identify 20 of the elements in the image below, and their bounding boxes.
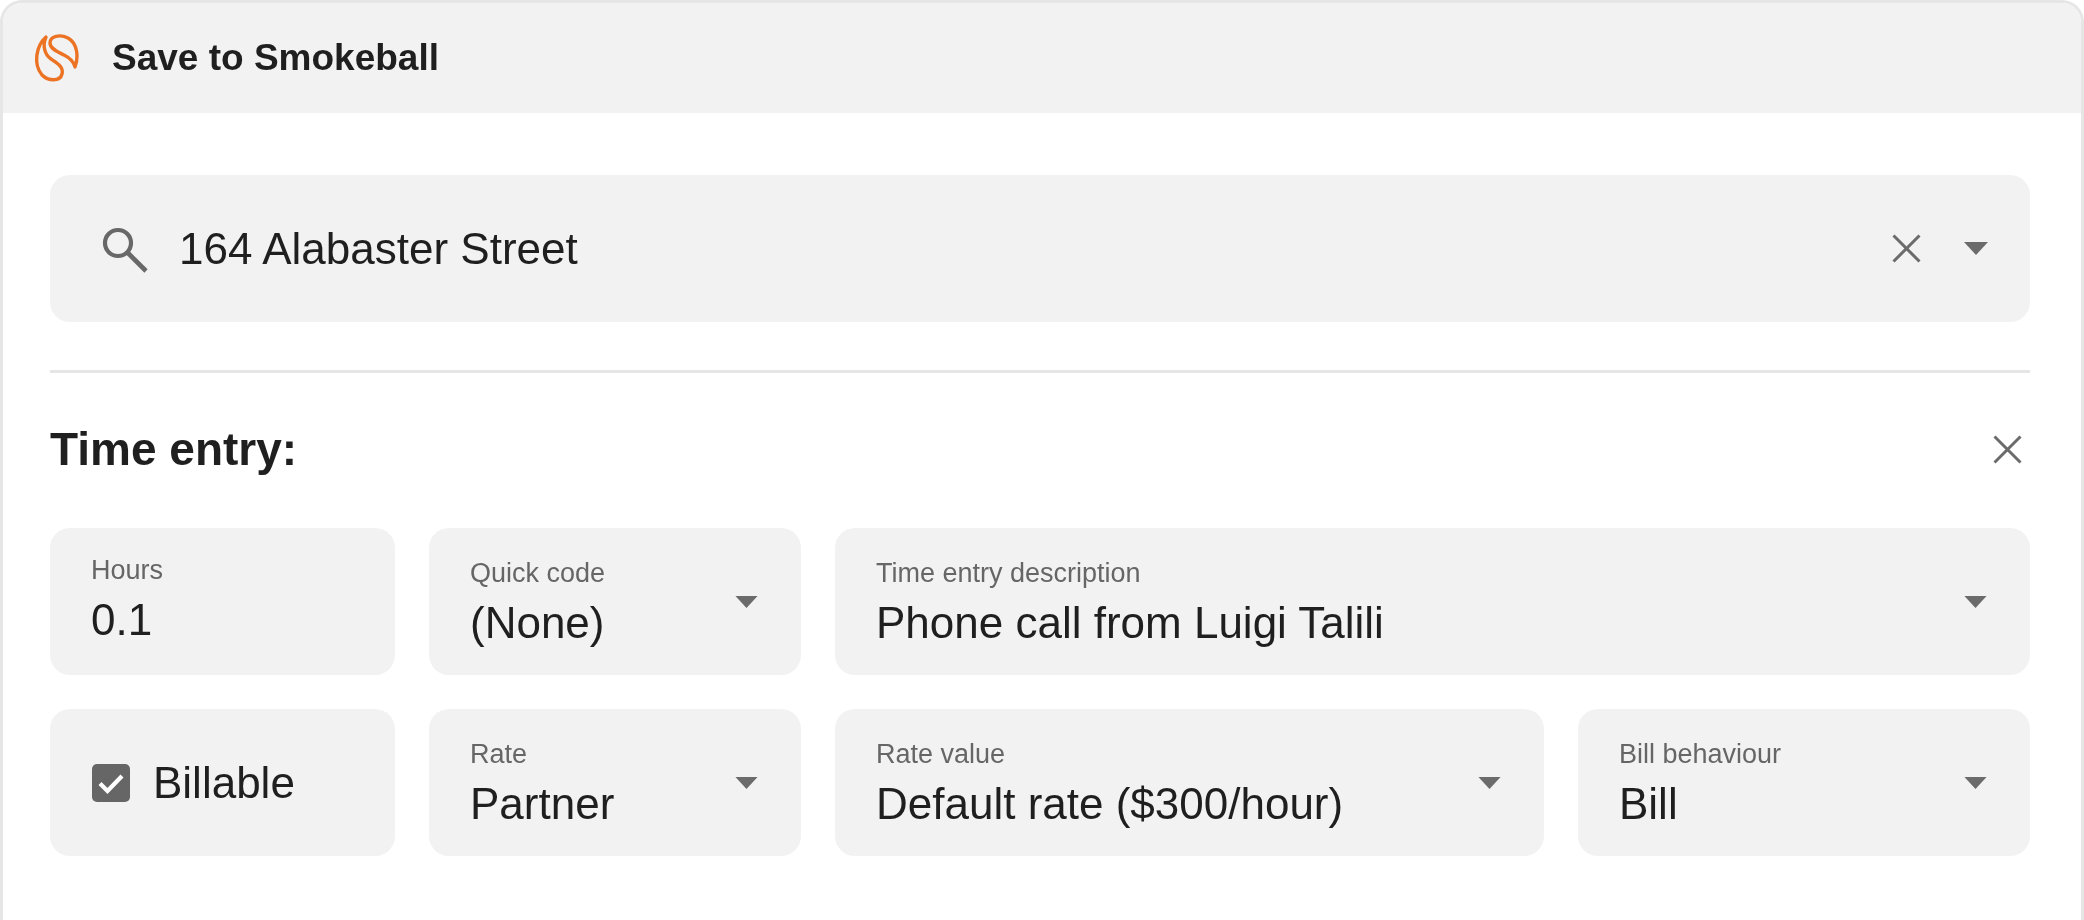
search-field[interactable]: 164 Alabaster Street: [50, 175, 2030, 322]
caret-icon: [735, 776, 758, 789]
caret-icon: [1964, 776, 1987, 789]
caret-icon: [1964, 595, 1987, 608]
caret-icon: [735, 595, 758, 608]
dropdown-field[interactable]: Rate Partner: [429, 709, 801, 856]
window-title: Save to Smokeball: [112, 37, 439, 79]
clear-icon[interactable]: [1892, 234, 1921, 263]
caret-icon: [1478, 776, 1501, 789]
text-field[interactable]: Hours 0.1: [50, 528, 395, 675]
logo-icon: [33, 34, 79, 82]
close-icon[interactable]: [1993, 434, 2022, 464]
section-title: Time entry:: [50, 422, 298, 476]
dropdown-field[interactable]: Quick code (None): [429, 528, 801, 675]
checkbox[interactable]: [92, 763, 130, 802]
caret-icon[interactable]: [1964, 242, 1988, 255]
dropdown-field[interactable]: Time entry description Phone call from Luigi Talili: [835, 528, 2030, 675]
dropdown-field[interactable]: Bill behaviour Bill: [1578, 709, 2030, 856]
dropdown-field[interactable]: Rate value Default rate ($300/hour): [835, 709, 1544, 856]
checkbox-field[interactable]: Billable: [50, 709, 395, 856]
